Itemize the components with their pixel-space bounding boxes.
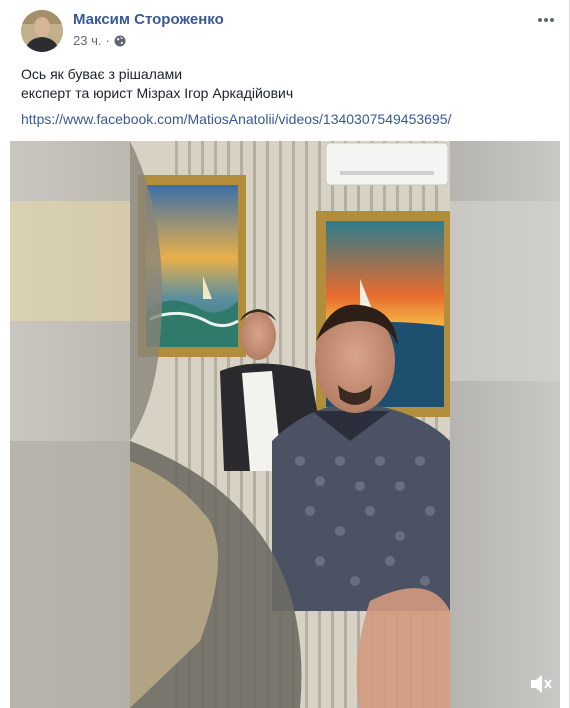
ellipsis-icon[interactable] xyxy=(536,14,556,26)
author-avatar[interactable] xyxy=(21,10,63,52)
meta-separator: · xyxy=(105,33,110,48)
post-text-line: Ось як буває з рішалами xyxy=(21,66,183,82)
author-name[interactable]: Максим Стороженко xyxy=(73,11,224,28)
video-frame xyxy=(10,141,560,708)
post-meta: 23 ч. · xyxy=(73,33,126,48)
post-text: Ось як буває з рішалами експерт та юрист… xyxy=(21,65,293,103)
post-timestamp[interactable]: 23 ч. xyxy=(73,33,101,48)
avatar-image xyxy=(21,10,63,52)
post-card: Максим Стороженко 23 ч. · Ось як буває з… xyxy=(0,0,570,708)
volume-muted-icon[interactable] xyxy=(526,669,556,699)
post-text-line: експерт та юрист Мізрах Ігор Аркадійович xyxy=(21,85,294,101)
post-link[interactable]: https://www.facebook.com/MatiosAnatolii/… xyxy=(21,110,451,129)
video-player[interactable] xyxy=(10,141,560,708)
globe-icon[interactable] xyxy=(114,35,126,47)
